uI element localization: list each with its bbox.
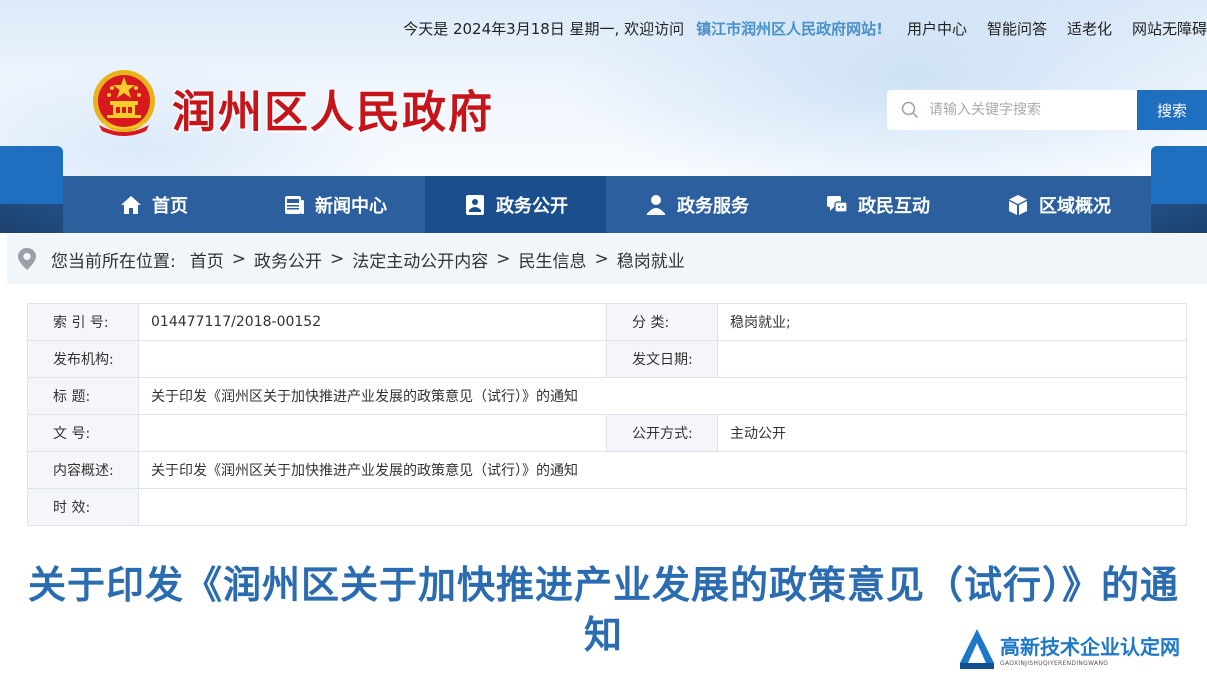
search-bar: 搜索 <box>887 90 1207 130</box>
title-label: 标 题: <box>27 377 139 415</box>
nav-item-region-overview[interactable]: 区域概况 <box>968 176 1149 233</box>
breadcrumb-separator: > <box>329 249 345 269</box>
breadcrumb-separator: > <box>231 249 246 269</box>
table-row: 文 号: 公开方式: 主动公开 <box>27 414 1187 452</box>
issue-date-label: 发文日期: <box>606 340 718 378</box>
document-number-label: 文 号: <box>27 414 139 452</box>
breadcrumb-statutory-disclosure[interactable]: 法定主动公开内容 <box>352 247 488 272</box>
date-welcome-text: 今天是 2024年3月18日 星期一, 欢迎访问 <box>403 19 685 38</box>
home-icon <box>121 195 141 214</box>
topbar-link-elderly-mode[interactable]: 适老化 <box>1067 18 1112 39</box>
nav-item-label: 首页 <box>152 195 188 217</box>
nav-item-label: 新闻中心 <box>315 195 387 217</box>
table-row: 索 引 号: 014477117/2018-00152 分 类: 稳岗就业; <box>27 303 1187 341</box>
index-number-label: 索 引 号: <box>27 303 139 341</box>
table-row: 标 题: 关于印发《润州区关于加快推进产业发展的政策意见（试行）》的通知 <box>27 377 1187 415</box>
document-metadata-table: 索 引 号: 014477117/2018-00152 分 类: 稳岗就业; 发… <box>27 303 1187 526</box>
government-affairs-icon <box>466 194 484 215</box>
watermark-sub-text: GAOXINJISHUQIYERENDINGWANG <box>1000 660 1109 667</box>
site-title: 润州区人民政府 <box>172 87 494 138</box>
topbar-link-accessibility[interactable]: 网站无障碍 <box>1132 18 1207 39</box>
breadcrumb-prefix: 您当前所在位置: <box>51 251 176 272</box>
index-number-value: 014477117/2018-00152 <box>138 303 607 341</box>
nav-item-label: 政务服务 <box>677 195 749 217</box>
cube-icon <box>1009 194 1027 215</box>
watermark-logo: 高新技术企业认定网 GAOXINJISHUQIYERENDINGWANG <box>958 624 1207 674</box>
user-service-icon <box>647 194 665 215</box>
topbar-link-user-center[interactable]: 用户中心 <box>907 18 967 39</box>
document-number-value <box>138 414 607 452</box>
summary-label: 内容概述: <box>27 451 139 489</box>
breadcrumb: 您当前所在位置: 首页 > 政务公开 > 法定主动公开内容 > 民生信息 > 稳… <box>7 234 1207 284</box>
main-nav: 首页 新闻中心 政务公开 政务服务 政民互动 区域概况 <box>63 176 1151 233</box>
news-icon <box>285 195 304 214</box>
search-button[interactable]: 搜索 <box>1137 90 1207 130</box>
nav-item-government-affairs[interactable]: 政务公开 <box>425 176 606 233</box>
breadcrumb-employment[interactable]: 稳岗就业 <box>617 247 685 272</box>
table-row: 发布机构: 发文日期: <box>27 340 1187 378</box>
table-row: 内容概述: 关于印发《润州区关于加快推进产业发展的政策意见（试行）》的通知 <box>27 451 1187 489</box>
publisher-value <box>138 340 607 378</box>
breadcrumb-livelihood[interactable]: 民生信息 <box>518 247 586 272</box>
watermark-main-text: 高新技术企业认定网 <box>1000 635 1180 659</box>
breadcrumb-home[interactable]: 首页 <box>190 247 224 272</box>
chat-icon <box>827 195 848 213</box>
search-icon <box>901 101 919 119</box>
main-nav-wrapper: 首页 新闻中心 政务公开 政务服务 政民互动 区域概况 <box>0 146 1207 234</box>
location-pin-icon <box>18 248 36 270</box>
publisher-label: 发布机构: <box>27 340 139 378</box>
breadcrumb-separator: > <box>496 249 511 269</box>
nav-item-government-services[interactable]: 政务服务 <box>606 176 787 233</box>
category-label: 分 类: <box>606 303 718 341</box>
summary-value: 关于印发《润州区关于加快推进产业发展的政策意见（试行）》的通知 <box>138 451 1187 489</box>
disclosure-method-value: 主动公开 <box>717 414 1187 452</box>
national-emblem-icon[interactable] <box>89 67 159 139</box>
page: 今天是 2024年3月18日 星期一, 欢迎访问 镇江市润州区人民政府网站! 用… <box>0 0 1207 674</box>
category-value: 稳岗就业; <box>717 303 1187 341</box>
table-row: 时 效: <box>27 488 1187 526</box>
title-value: 关于印发《润州区关于加快推进产业发展的政策意见（试行）》的通知 <box>138 377 1187 415</box>
disclosure-method-label: 公开方式: <box>606 414 718 452</box>
watermark-logo-icon <box>960 629 994 669</box>
nav-item-news[interactable]: 新闻中心 <box>244 176 425 233</box>
top-bar: 今天是 2024年3月18日 星期一, 欢迎访问 镇江市润州区人民政府网站! 用… <box>403 17 1207 39</box>
validity-label: 时 效: <box>27 488 139 526</box>
search-input[interactable] <box>929 102 1119 118</box>
issue-date-value <box>717 340 1187 378</box>
nav-item-label: 政民互动 <box>858 195 930 217</box>
topbar-link-smart-qa[interactable]: 智能问答 <box>987 18 1047 39</box>
search-box <box>887 90 1137 130</box>
nav-item-label: 区域概况 <box>1039 195 1111 217</box>
site-link[interactable]: 镇江市润州区人民政府网站! <box>696 18 883 39</box>
nav-item-interaction[interactable]: 政民互动 <box>787 176 968 233</box>
breadcrumb-government-affairs[interactable]: 政务公开 <box>254 247 322 272</box>
breadcrumb-separator: > <box>594 249 609 269</box>
nav-item-label: 政务公开 <box>496 195 568 217</box>
nav-item-home[interactable]: 首页 <box>63 176 244 233</box>
validity-value <box>138 488 1187 526</box>
